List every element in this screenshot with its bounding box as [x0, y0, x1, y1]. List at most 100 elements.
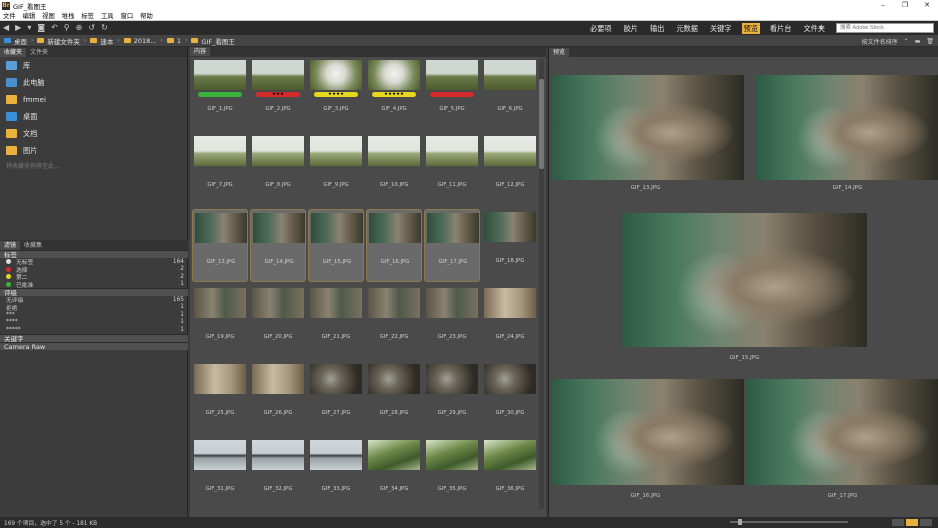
- search-input[interactable]: [836, 23, 934, 33]
- thumbnail-cell[interactable]: GIF_28.JPG: [366, 361, 422, 434]
- thumbnail-image[interactable]: [252, 440, 304, 470]
- maximize-button[interactable]: ❐: [894, 0, 916, 11]
- thumbnail-cell[interactable]: GIF_6.JPG: [482, 57, 538, 130]
- favorite-item[interactable]: 图片: [0, 142, 187, 159]
- menu-item[interactable]: 视图: [42, 11, 55, 20]
- thumbnail-image[interactable]: [252, 136, 304, 166]
- close-button[interactable]: ✕: [916, 0, 938, 11]
- camera-raw-section-header[interactable]: Camera Raw: [0, 341, 188, 351]
- thumbnail-cell[interactable]: GIF_19.JPG: [192, 285, 248, 358]
- scrollbar-thumb[interactable]: [539, 79, 544, 169]
- thumbnail-image[interactable]: [427, 213, 479, 243]
- thumbnail-cell[interactable]: GIF_10.JPG: [366, 133, 422, 206]
- tab-favorites[interactable]: 收藏夹: [0, 48, 27, 57]
- thumbnail-cell[interactable]: GIF_25.JPG: [192, 361, 248, 434]
- favorite-item[interactable]: 桌面: [0, 108, 187, 125]
- thumbnail-cell[interactable]: GIF_7.JPG: [192, 133, 248, 206]
- camera-icon[interactable]: ◙: [37, 21, 45, 35]
- thumbnail-size-slider[interactable]: [730, 519, 848, 525]
- tab-collections[interactable]: 收藏集: [20, 241, 46, 250]
- breadcrumb-item[interactable]: GIF_看图王: [191, 36, 235, 46]
- thumbnail-image[interactable]: [426, 136, 478, 166]
- menu-item[interactable]: 标签: [81, 11, 94, 20]
- thumbnail-image[interactable]: [253, 213, 305, 243]
- thumbnail-image[interactable]: [368, 364, 420, 394]
- workspace-tab[interactable]: 元数据: [674, 23, 700, 34]
- thumbnail-image[interactable]: [426, 60, 478, 90]
- thumbnail-cell[interactable]: GIF_5.JPG: [424, 57, 480, 130]
- rotate-left-icon[interactable]: ↺: [88, 21, 95, 35]
- rating-filter-row[interactable]: **** 1: [0, 319, 188, 327]
- sort-direction-icon[interactable]: ⌃: [904, 38, 909, 45]
- thumbnail-image[interactable]: [484, 212, 536, 242]
- thumbnail-image[interactable]: [426, 288, 478, 318]
- thumbnail-cell[interactable]: GIF_21.JPG: [308, 285, 364, 358]
- thumbnail-image[interactable]: [426, 364, 478, 394]
- rotate-icon[interactable]: ↶: [51, 21, 58, 35]
- thumbnail-image[interactable]: [310, 440, 362, 470]
- thumbnail-cell[interactable]: GIF_13.JPG: [192, 209, 248, 282]
- preview-image[interactable]: [756, 75, 938, 180]
- thumbnail-cell[interactable]: GIF_35.JPG: [424, 437, 480, 510]
- thumbnail-image[interactable]: [252, 60, 304, 90]
- thumbnail-cell[interactable]: GIF_29.JPG: [424, 361, 480, 434]
- thumbnail-image[interactable]: [368, 288, 420, 318]
- thumbnail-image[interactable]: [252, 288, 304, 318]
- breadcrumb-item[interactable]: 速本: [90, 36, 113, 46]
- keyword-section-header[interactable]: 关键字: [0, 333, 188, 343]
- favorite-item[interactable]: 文档: [0, 125, 187, 142]
- thumbnail-cell[interactable]: GIF_26.JPG: [250, 361, 306, 434]
- menu-item[interactable]: 窗口: [121, 11, 134, 20]
- thumbnail-view-button[interactable]: [906, 519, 918, 526]
- breadcrumb-item[interactable]: 2018...: [123, 37, 156, 45]
- thumbnail-image[interactable]: [368, 136, 420, 166]
- thumbnail-cell[interactable]: GIF_9.JPG: [308, 133, 364, 206]
- thumbnail-cell[interactable]: GIF_8.JPG: [250, 133, 306, 206]
- thumbnail-image[interactable]: [194, 440, 246, 470]
- thumbnail-image[interactable]: [310, 136, 362, 166]
- slider-knob[interactable]: [738, 519, 742, 525]
- thumbnail-image[interactable]: [426, 440, 478, 470]
- refine-icon[interactable]: ⚲: [64, 21, 70, 35]
- thumbnail-image[interactable]: [310, 288, 362, 318]
- menu-item[interactable]: 工具: [101, 11, 114, 20]
- workspace-tab[interactable]: 输出: [648, 23, 666, 34]
- workspace-tab[interactable]: 预览: [741, 22, 760, 34]
- list-view-button[interactable]: [920, 519, 932, 526]
- rating-filter-row[interactable]: ***** 1: [0, 326, 188, 334]
- thumbnail-cell[interactable]: ★★★ GIF_2.JPG: [250, 57, 306, 130]
- thumbnail-image[interactable]: [195, 213, 247, 243]
- thumbnail-cell[interactable]: GIF_24.JPG: [482, 285, 538, 358]
- thumbnail-cell[interactable]: GIF_12.JPG: [482, 133, 538, 206]
- forward-icon[interactable]: ▶: [15, 21, 21, 35]
- thumbnail-cell[interactable]: GIF_31.JPG: [192, 437, 248, 510]
- thumbnail-cell[interactable]: GIF_1.JPG: [192, 57, 248, 130]
- breadcrumb-item[interactable]: 桌面: [4, 36, 27, 46]
- thumbnail-cell[interactable]: GIF_20.JPG: [250, 285, 306, 358]
- thumbnail-cell[interactable]: GIF_33.JPG: [308, 437, 364, 510]
- thumbnail-image[interactable]: [368, 60, 420, 90]
- thumbnail-cell[interactable]: GIF_14.JPG: [250, 209, 306, 282]
- rating-filter-row[interactable]: 拒绝 1: [0, 304, 188, 312]
- thumbnail-cell[interactable]: GIF_34.JPG: [366, 437, 422, 510]
- preview-image[interactable]: [551, 75, 744, 180]
- favorite-item[interactable]: fmmei: [0, 91, 187, 108]
- thumbnail-cell[interactable]: ★★★★ GIF_3.JPG: [308, 57, 364, 130]
- breadcrumb-item[interactable]: 1: [166, 37, 181, 45]
- thumbnail-cell[interactable]: GIF_16.JPG: [366, 209, 422, 282]
- tab-filter[interactable]: 滤镜: [0, 241, 21, 250]
- thumbnail-cell[interactable]: GIF_22.JPG: [366, 285, 422, 358]
- thumbnail-image[interactable]: [311, 213, 363, 243]
- thumbnail-cell[interactable]: GIF_15.JPG: [308, 209, 364, 282]
- breadcrumb-item[interactable]: 新建文件夹: [37, 36, 80, 46]
- thumbnail-cell[interactable]: GIF_27.JPG: [308, 361, 364, 434]
- thumbnail-cell[interactable]: GIF_30.JPG: [482, 361, 538, 434]
- favorite-item[interactable]: 库: [0, 57, 187, 74]
- thumbnail-image[interactable]: [252, 364, 304, 394]
- menu-item[interactable]: 编辑: [23, 11, 36, 20]
- preview-image[interactable]: [622, 213, 867, 347]
- thumbnail-image[interactable]: [194, 60, 246, 90]
- workspace-tab[interactable]: 必要项: [588, 23, 614, 34]
- workspace-tab[interactable]: 关键字: [708, 23, 734, 34]
- back-icon[interactable]: ◀: [3, 21, 9, 35]
